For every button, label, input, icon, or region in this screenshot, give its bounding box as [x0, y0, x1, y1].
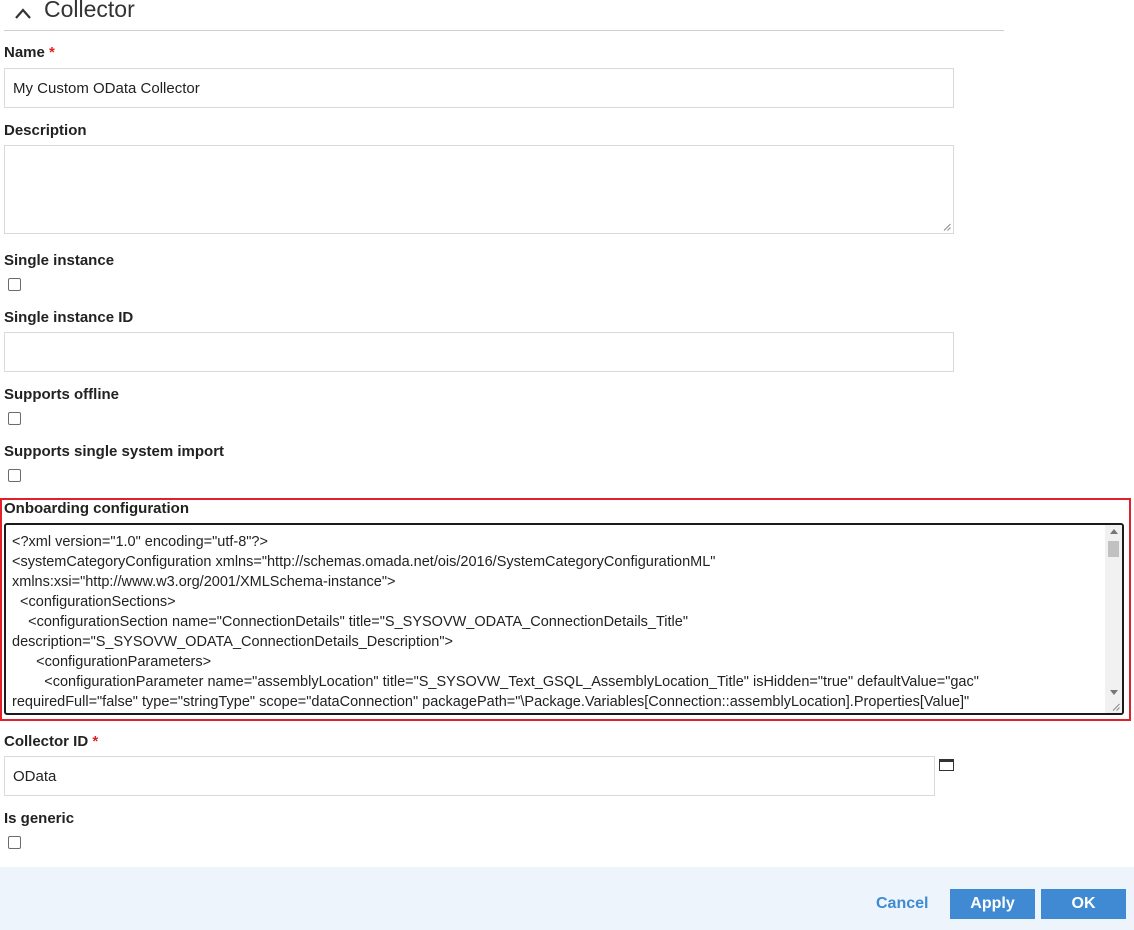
supports-offline-label: Supports offline	[4, 386, 119, 403]
description-textarea[interactable]	[4, 145, 954, 234]
calculator-icon[interactable]	[939, 759, 954, 771]
cancel-button[interactable]: Cancel	[870, 889, 932, 919]
required-mark: *	[49, 44, 55, 61]
code-line: <systemCategoryConfiguration xmlns="http…	[12, 554, 716, 570]
is-generic-checkbox[interactable]	[8, 836, 21, 849]
name-label-text: Name	[4, 44, 45, 61]
code-line: requiredFull="false" type="stringType" s…	[12, 694, 970, 710]
onboarding-configuration-textarea[interactable]: <?xml version="1.0" encoding="utf-8"?> <s…	[4, 523, 1124, 715]
ok-button[interactable]: OK	[1041, 889, 1126, 919]
scroll-up-icon[interactable]	[1110, 529, 1118, 534]
resize-grip-icon[interactable]	[1112, 703, 1120, 711]
resize-grip-icon[interactable]	[943, 223, 951, 231]
collector-id-label: Collector ID *	[4, 733, 98, 750]
code-line: xmlns:xsi="http://www.w3.org/2001/XMLSch…	[12, 574, 396, 590]
scrollbar-thumb[interactable]	[1108, 541, 1119, 557]
supports-offline-checkbox[interactable]	[8, 412, 21, 425]
name-input[interactable]: My Custom OData Collector	[4, 68, 954, 108]
code-line: <configurationParameter name="assemblyLo…	[12, 674, 979, 690]
description-label: Description	[4, 122, 87, 139]
required-mark: *	[92, 733, 99, 750]
onboarding-code-lines: <?xml version="1.0" encoding="utf-8"?> <s…	[12, 532, 1102, 712]
code-line: <configurationSections>	[12, 594, 176, 610]
collector-id-input[interactable]: OData	[4, 756, 935, 796]
code-line: <?xml version="1.0" encoding="utf-8"?>	[12, 534, 268, 550]
chevron-up-icon[interactable]	[12, 4, 34, 24]
is-generic-label: Is generic	[4, 810, 75, 827]
apply-button[interactable]: Apply	[950, 889, 1035, 919]
code-line: description="S_SYSOVW_ODATA_ConnectionDe…	[12, 634, 453, 650]
single-instance-id-input[interactable]	[4, 332, 954, 372]
code-line: <configurationSection name="ConnectionDe…	[12, 614, 688, 630]
section-title: Collector	[44, 0, 135, 22]
single-instance-checkbox[interactable]	[8, 278, 21, 291]
single-instance-id-label: Single instance ID	[4, 309, 134, 326]
onboarding-configuration-label: Onboarding configuration	[4, 500, 189, 517]
supports-single-system-import-checkbox[interactable]	[8, 469, 21, 482]
section-header[interactable]: Collector	[4, 0, 1004, 31]
scroll-down-icon[interactable]	[1110, 690, 1118, 695]
name-label: Name *	[4, 44, 55, 61]
collector-id-label-text: Collector ID	[4, 733, 89, 750]
code-line: <configurationParameters>	[12, 654, 212, 670]
supports-single-system-import-label: Supports single system import	[4, 443, 225, 460]
single-instance-label: Single instance	[4, 252, 115, 269]
vertical-scrollbar[interactable]	[1105, 525, 1122, 713]
